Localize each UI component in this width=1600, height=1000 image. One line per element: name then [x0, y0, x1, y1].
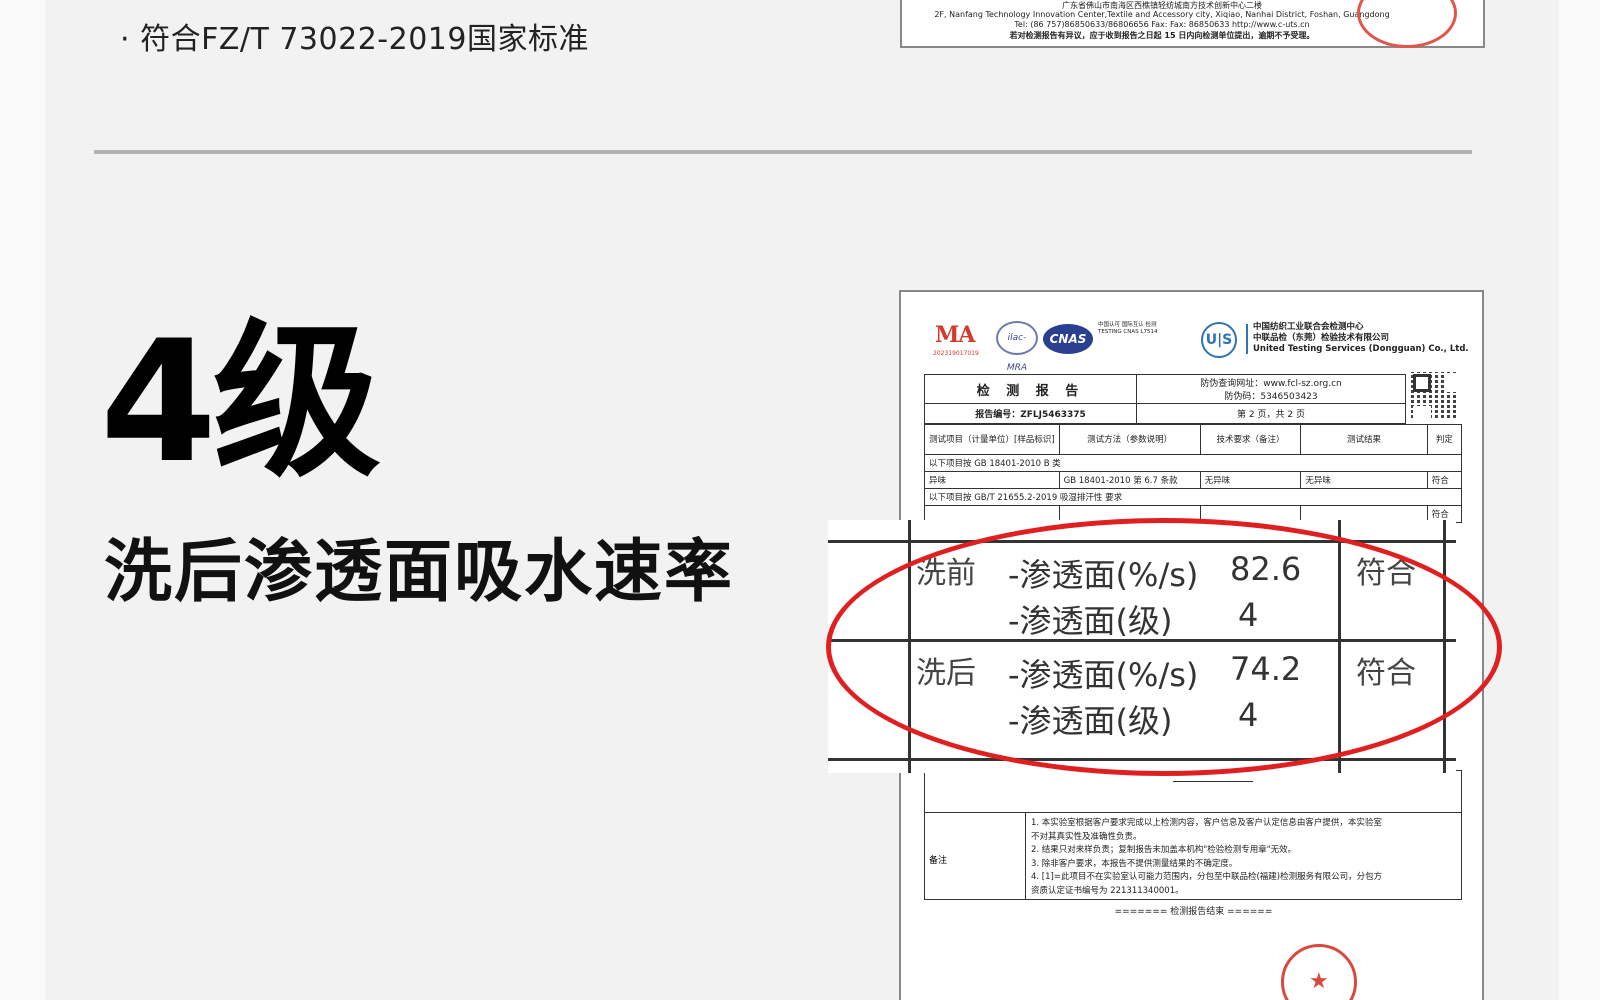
- report-end: ======= 检测报告结束 ======: [1114, 907, 1273, 917]
- cnas-logo-icon: CNAS: [1043, 324, 1093, 354]
- lab-name-line3: United Testing Services (Dongguan) Co., …: [1253, 344, 1469, 354]
- report-number: 报告编号：ZFLJ5463375: [924, 403, 1137, 424]
- query-info: 防伪查询网址：www.fcl-sz.org.cn 防伪码：5346503423: [1136, 374, 1406, 404]
- table-row: 以下项目按 GB/T 21655.2-2019 吸湿排汗性 要求: [924, 488, 1462, 506]
- query-site: 防伪查询网址：www.fcl-sz.org.cn: [1200, 379, 1342, 389]
- report-title: 检 测 报 告: [924, 374, 1137, 404]
- section-divider: [94, 150, 1472, 154]
- note-line: 资质认定证书编号为 221311340001。: [1031, 885, 1184, 896]
- lab-name-line1: 中国纺织工业联合会检测中心: [1253, 322, 1364, 332]
- grade-headline: 4级: [100, 304, 381, 500]
- col-header: 测试方法（参数说明）: [1058, 424, 1201, 455]
- headline-subtitle: 洗后渗透面吸水速率: [104, 533, 735, 612]
- contact-line: Tel: (86 757)86850633/86806656 Fax: Fax:…: [1014, 20, 1310, 29]
- results-table: 测试项目（计量单位）[样品标识] 测试方法（参数说明） 技术要求（备注） 测试结…: [924, 424, 1463, 523]
- lab-name-line2: 中联品检（东莞）检验技术有限公司: [1253, 333, 1390, 343]
- notes-divider: [1025, 813, 1026, 899]
- table-cell: GB 18401-2010 第 6.7 条款: [1058, 471, 1201, 489]
- address-en: 2F, Nanfang Technology Innovation Center…: [934, 10, 1390, 19]
- col-header: 测试结果: [1300, 424, 1428, 455]
- separator-line: [1173, 781, 1253, 782]
- uts-divider: [1246, 324, 1248, 354]
- uts-logo-icon: U|S: [1201, 322, 1237, 358]
- highlight-circle: [826, 518, 1502, 776]
- official-seal-icon: ★: [1281, 944, 1357, 1000]
- qr-code-icon: [1411, 372, 1459, 420]
- page-indicator: 第 2 页，共 2 页: [1136, 403, 1406, 424]
- report-header-table: 检 测 报 告 防伪查询网址：www.fcl-sz.org.cn 防伪码：534…: [924, 374, 1406, 424]
- report-fragment-top: 广东省佛山市南海区西樵镇轻纺城南方技术创新中心二楼 2F, Nanfang Te…: [900, 0, 1485, 48]
- cma-number: 202319017019: [933, 350, 979, 357]
- table-cell: 无异味: [1300, 471, 1428, 489]
- table-cell: 无异味: [1199, 471, 1302, 489]
- table-cell: 符合: [1426, 471, 1463, 489]
- note-line: 1. 本实验室根据客户要求完成以上检测内容，客户信息及客户认定信息由客户提供，本…: [1031, 818, 1382, 828]
- note-line: 不对其真实性及准确性负责。: [1031, 831, 1142, 842]
- col-header: 测试项目（计量单位）[样品标识]: [924, 424, 1060, 455]
- ilac-logo-icon: ilac-MRA: [996, 321, 1038, 373]
- lab-name: 中国纺织工业联合会检测中心 中联品检（东莞）检验技术有限公司 United Te…: [1253, 322, 1469, 355]
- note-line: 3. 除非客户要求，本报告不提供测量结果的不确定度。: [1031, 858, 1238, 869]
- anti-fake-code: 防伪码：5346503423: [1224, 392, 1318, 402]
- col-header: 判定: [1426, 424, 1463, 455]
- standard-bullet: · 符合FZ/T 73022-2019国家标准: [120, 22, 589, 57]
- star-icon: ★: [1309, 969, 1329, 994]
- cnas-caption: 中国认可 国际互认 检测 TESTING CNAS L7514: [1098, 322, 1158, 335]
- note-line: 2. 结果只对来样负责；复制报告未加盖本机构"检验检测专用章"无效。: [1031, 845, 1297, 855]
- col-header: 技术要求（备注）: [1199, 424, 1302, 455]
- note-line: 4. [1]=此项目不在实验室认可能力范围内，分包至中联品检(福建)检测服务有限…: [1031, 872, 1383, 882]
- cma-logo-icon: MA: [935, 322, 975, 348]
- left-margin: [0, 0, 45, 1000]
- table-row: 以下项目按 GB 18401-2010 B 类: [924, 454, 1462, 472]
- right-margin: [1559, 0, 1600, 1000]
- table-cell: 异味: [924, 471, 1060, 489]
- notes-box: 备注 1. 本实验室根据客户要求完成以上检测内容，客户信息及客户认定信息由客户提…: [924, 812, 1462, 900]
- notes-spacer: [924, 770, 1462, 812]
- notes-body: 1. 本实验室根据客户要求完成以上检测内容，客户信息及客户认定信息由客户提供，本…: [1031, 817, 1461, 898]
- notes-label: 备注: [929, 856, 948, 866]
- objection-notice: 若对检测报告有异议，应于收到报告之日起 15 日内向检测单位提出，逾期不予受理。: [1009, 31, 1315, 40]
